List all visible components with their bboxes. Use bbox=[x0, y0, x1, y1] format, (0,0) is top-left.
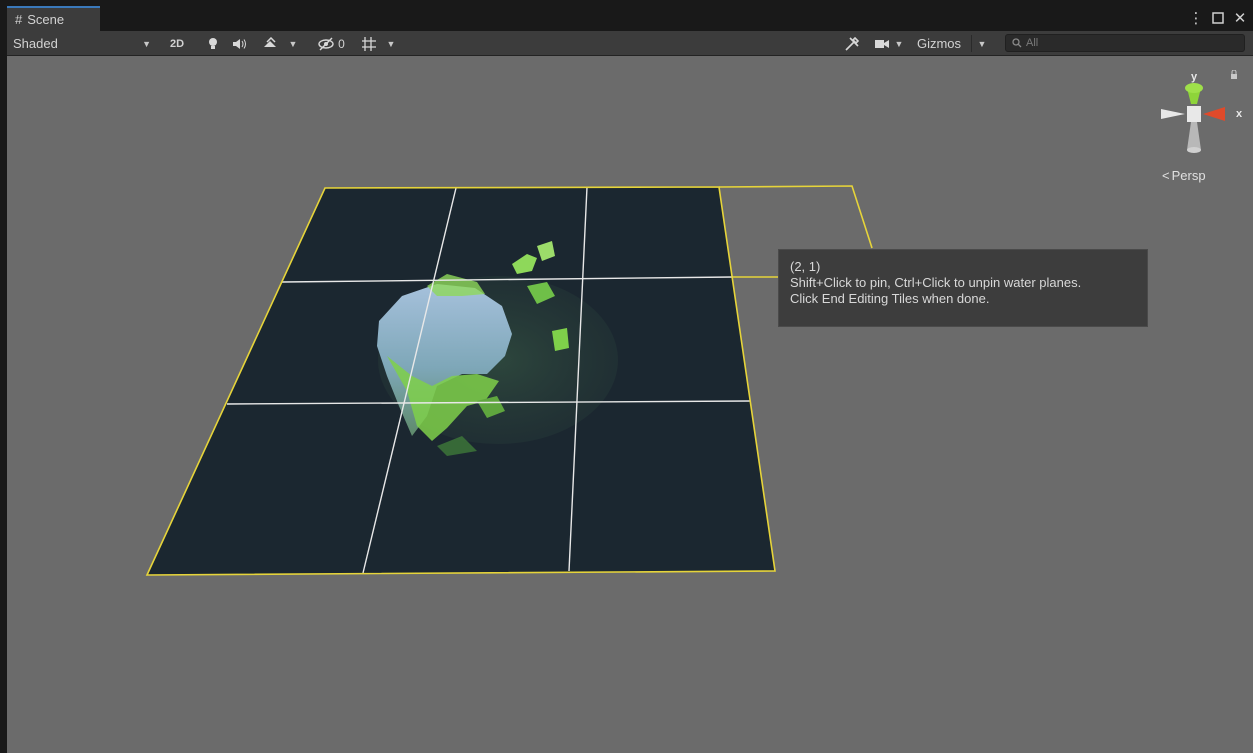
camera-dropdown[interactable]: ▼ bbox=[893, 33, 905, 54]
search-icon bbox=[1012, 38, 1022, 48]
tab-scene-label: Scene bbox=[27, 12, 65, 27]
camera-icon[interactable] bbox=[873, 33, 891, 54]
hidden-eye-icon bbox=[318, 37, 334, 50]
tab-bar: # Scene ⋮ ✕ bbox=[7, 6, 1253, 31]
draw-mode-label: Shaded bbox=[13, 36, 58, 51]
audio-icon[interactable] bbox=[229, 33, 251, 54]
tooltip-line-2: Click End Editing Tiles when done. bbox=[790, 291, 990, 306]
window-controls: ⋮ ✕ bbox=[1189, 9, 1247, 27]
axis-x-label: x bbox=[1236, 108, 1243, 120]
chevron-down-icon: ▼ bbox=[142, 38, 151, 49]
tab-scene[interactable]: # Scene bbox=[7, 6, 100, 31]
separator bbox=[971, 35, 972, 52]
projection-toggle[interactable]: < Persp bbox=[1162, 168, 1206, 183]
tools-icon[interactable] bbox=[841, 33, 863, 54]
lighting-icon[interactable] bbox=[204, 33, 222, 54]
gizmos-dropdown[interactable]: ▼ bbox=[974, 33, 990, 54]
hash-icon: # bbox=[15, 12, 23, 27]
more-icon[interactable]: ⋮ bbox=[1189, 9, 1204, 27]
effects-icon[interactable] bbox=[259, 33, 283, 54]
search-input[interactable]: All bbox=[1005, 34, 1245, 52]
draw-mode-dropdown[interactable]: Shaded ▼ bbox=[7, 33, 157, 54]
scene-toolbar: Shaded ▼ 2D ▼ 0 ▼ ▼ Gizmos ▼ All bbox=[7, 31, 1253, 56]
chevron-down-icon: ▼ bbox=[977, 38, 987, 49]
gizmos-button[interactable]: Gizmos bbox=[910, 33, 968, 54]
lock-icon bbox=[1231, 69, 1237, 74]
close-icon[interactable]: ✕ bbox=[1233, 9, 1247, 27]
projection-label: Persp bbox=[1171, 168, 1206, 183]
chevron-down-icon: ▼ bbox=[894, 38, 904, 49]
scene-render bbox=[145, 185, 873, 576]
tooltip-line-1: Shift+Click to pin, Ctrl+Click to unpin … bbox=[790, 275, 1082, 290]
grid-dropdown[interactable]: ▼ bbox=[385, 33, 397, 54]
grid-icon[interactable] bbox=[358, 33, 380, 54]
scene-visibility-toggle[interactable]: 0 bbox=[308, 33, 354, 54]
axis-y-label: y bbox=[1191, 71, 1198, 83]
tooltip-title: (2, 1) bbox=[790, 259, 821, 274]
tile-tooltip: (2, 1) Shift+Click to pin, Ctrl+Click to… bbox=[778, 249, 1148, 327]
chevron-left-icon: < bbox=[1162, 168, 1170, 183]
maximize-icon[interactable] bbox=[1211, 9, 1225, 27]
effects-dropdown[interactable]: ▼ bbox=[287, 33, 299, 54]
axis-cones bbox=[1161, 69, 1237, 153]
search-placeholder: All bbox=[1026, 37, 1039, 49]
orientation-gizmo[interactable]: y x bbox=[1147, 69, 1247, 160]
toggle-2d-button[interactable]: 2D bbox=[165, 33, 189, 54]
chevron-down-icon: ▼ bbox=[288, 38, 298, 49]
scene-viewport[interactable]: (2, 1) Shift+Click to pin, Ctrl+Click to… bbox=[7, 56, 1253, 753]
hidden-count: 0 bbox=[338, 36, 345, 51]
chevron-down-icon: ▼ bbox=[386, 38, 396, 49]
